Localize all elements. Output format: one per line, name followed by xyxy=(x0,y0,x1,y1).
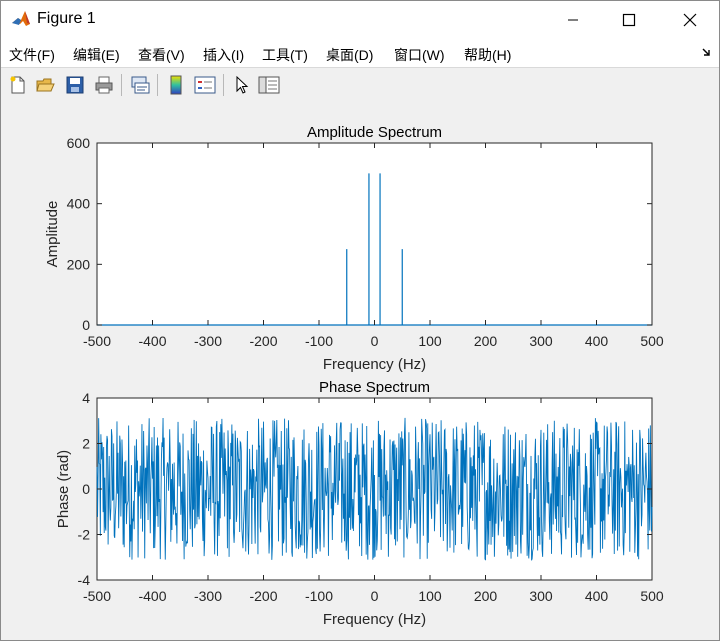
minimize-button[interactable] xyxy=(550,1,596,39)
colorbar-button[interactable] xyxy=(164,73,188,97)
toolbar-separator xyxy=(121,74,122,96)
minimize-icon xyxy=(568,19,578,21)
toolbar-separator xyxy=(157,74,158,96)
maximize-button[interactable] xyxy=(606,1,652,39)
new-figure-icon xyxy=(10,76,25,94)
menu-bar: 文件(F) 编辑(E) 查看(V) 插入(I) 工具(T) 桌面(D) 窗口(W… xyxy=(1,39,719,67)
chart-title: Phase Spectrum xyxy=(319,379,430,396)
x-tick-label: -300 xyxy=(194,588,222,604)
y-tick-label: -2 xyxy=(78,527,91,543)
x-tick-label: -400 xyxy=(138,333,166,349)
save-icon xyxy=(66,76,84,94)
figure-window: Figure 1 文件(F) 编辑(E) 查看(V) 插入(I) 工具(T) 桌… xyxy=(0,0,720,641)
y-tick-label: 400 xyxy=(67,196,91,212)
y-tick-label: -4 xyxy=(78,572,91,588)
new-figure-button[interactable] xyxy=(6,73,30,97)
open-file-button[interactable] xyxy=(33,73,57,97)
chart-title: Amplitude Spectrum xyxy=(307,124,442,141)
print-icon xyxy=(95,76,113,94)
x-tick-label: -100 xyxy=(305,333,333,349)
x-tick-label: 300 xyxy=(529,333,553,349)
print-button[interactable] xyxy=(92,73,116,97)
x-tick-label: 0 xyxy=(371,333,379,349)
menu-insert[interactable]: 插入(I) xyxy=(203,45,244,65)
menu-window[interactable]: 窗口(W) xyxy=(394,45,445,65)
x-tick-label: 400 xyxy=(585,588,609,604)
x-tick-label: -500 xyxy=(83,333,111,349)
x-tick-label: 300 xyxy=(529,588,553,604)
legend-icon xyxy=(194,76,216,94)
save-button[interactable] xyxy=(63,73,87,97)
x-tick-label: 100 xyxy=(418,588,442,604)
menu-desktop[interactable]: 桌面(D) xyxy=(326,45,373,65)
menu-view[interactable]: 查看(V) xyxy=(138,45,185,65)
y-axis-label: Amplitude xyxy=(44,201,61,268)
x-tick-label: 500 xyxy=(640,588,664,604)
y-tick-label: 600 xyxy=(67,135,91,151)
open-file-icon xyxy=(36,78,55,92)
x-tick-label: 0 xyxy=(371,588,379,604)
maximize-icon xyxy=(622,13,636,27)
pointer-icon xyxy=(236,75,249,94)
y-tick-label: 2 xyxy=(82,436,90,452)
x-tick-label: -500 xyxy=(83,588,111,604)
x-tick-label: -100 xyxy=(305,588,333,604)
figure-svg: -500 -400 -300 -200 -100 0 100 200 300 400 5000200… xyxy=(44,124,664,628)
menu-edit[interactable]: 编辑(E) xyxy=(73,45,120,65)
x-axis-label: Frequency (Hz) xyxy=(323,611,426,628)
property-inspector-icon xyxy=(258,76,280,94)
y-tick-label: 4 xyxy=(82,390,90,406)
x-axis-label: Frequency (Hz) xyxy=(323,356,426,373)
menu-tools[interactable]: 工具(T) xyxy=(262,45,308,65)
toolbar-separator xyxy=(223,74,224,96)
title-bar[interactable]: Figure 1 xyxy=(1,1,719,39)
y-tick-label: 0 xyxy=(82,317,90,333)
property-inspector-button[interactable] xyxy=(257,73,281,97)
x-tick-label: 200 xyxy=(474,588,498,604)
figure-canvas: -500 -400 -300 -200 -100 0 100 200 300 400 500 0 200… xyxy=(1,102,719,640)
legend-button[interactable] xyxy=(193,73,217,97)
y-tick-label: 0 xyxy=(82,481,90,497)
figure-toolbar xyxy=(1,67,719,103)
edit-plot-button[interactable] xyxy=(230,73,254,97)
x-tick-label: -400 xyxy=(138,588,166,604)
close-icon xyxy=(683,13,697,27)
menu-file[interactable]: 文件(F) xyxy=(9,45,55,65)
y-tick-label: 200 xyxy=(67,256,91,272)
axes-1[interactable] xyxy=(96,142,653,326)
link-plot-icon xyxy=(131,76,150,94)
link-plot-button[interactable] xyxy=(128,73,152,97)
y-axis-label: Phase (rad) xyxy=(55,450,72,528)
close-button[interactable] xyxy=(667,1,713,39)
x-tick-label: -300 xyxy=(194,333,222,349)
x-tick-label: 100 xyxy=(418,333,442,349)
colorbar-icon xyxy=(170,75,182,95)
window-title: Figure 1 xyxy=(37,10,96,27)
x-tick-label: -200 xyxy=(249,333,277,349)
menu-help[interactable]: 帮助(H) xyxy=(464,45,511,65)
x-tick-label: 400 xyxy=(585,333,609,349)
x-tick-label: -200 xyxy=(249,588,277,604)
dock-arrow-icon[interactable] xyxy=(701,47,711,57)
matlab-icon xyxy=(11,9,31,29)
x-tick-label: 200 xyxy=(474,333,498,349)
x-tick-label: 500 xyxy=(640,333,664,349)
